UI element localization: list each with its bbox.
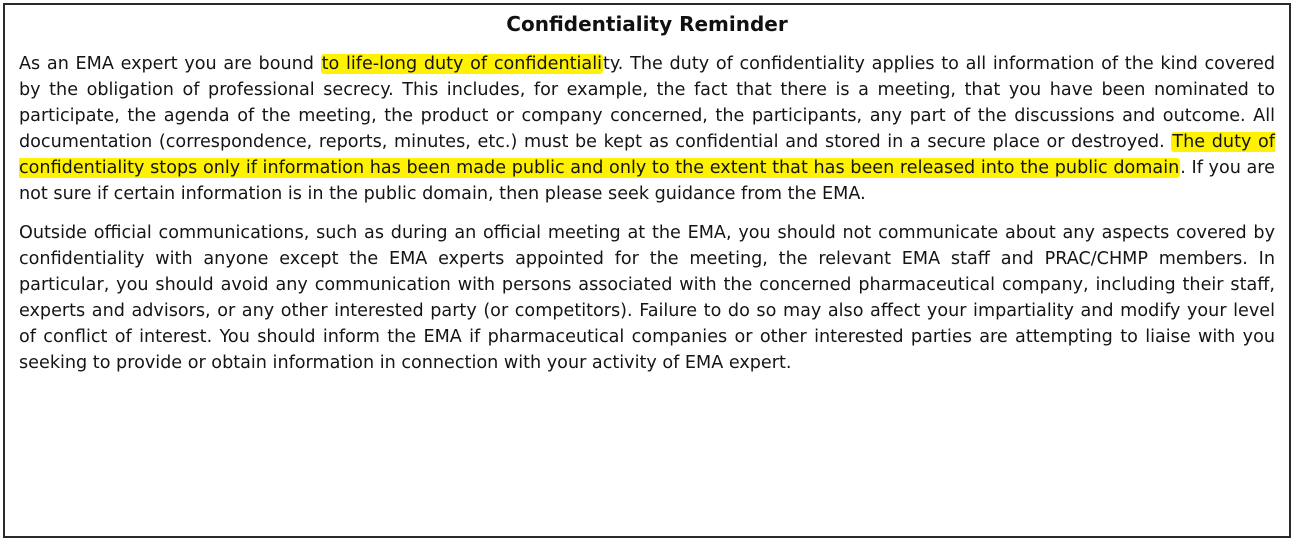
document-title: Confidentiality Reminder bbox=[506, 12, 788, 36]
highlight-life-long-duty: to life-long duty of confidentiali bbox=[320, 54, 603, 74]
paragraph1-intro: As an EMA expert you are bound bbox=[19, 54, 321, 74]
paragraph-outside-communications: Outside official communications, such as… bbox=[19, 223, 1275, 373]
paragraph-duty-of-confidentiality: As an EMA expert you are bound to life-l… bbox=[19, 51, 1275, 207]
confidentiality-box: Confidentiality Reminder As an EMA exper… bbox=[3, 3, 1291, 538]
